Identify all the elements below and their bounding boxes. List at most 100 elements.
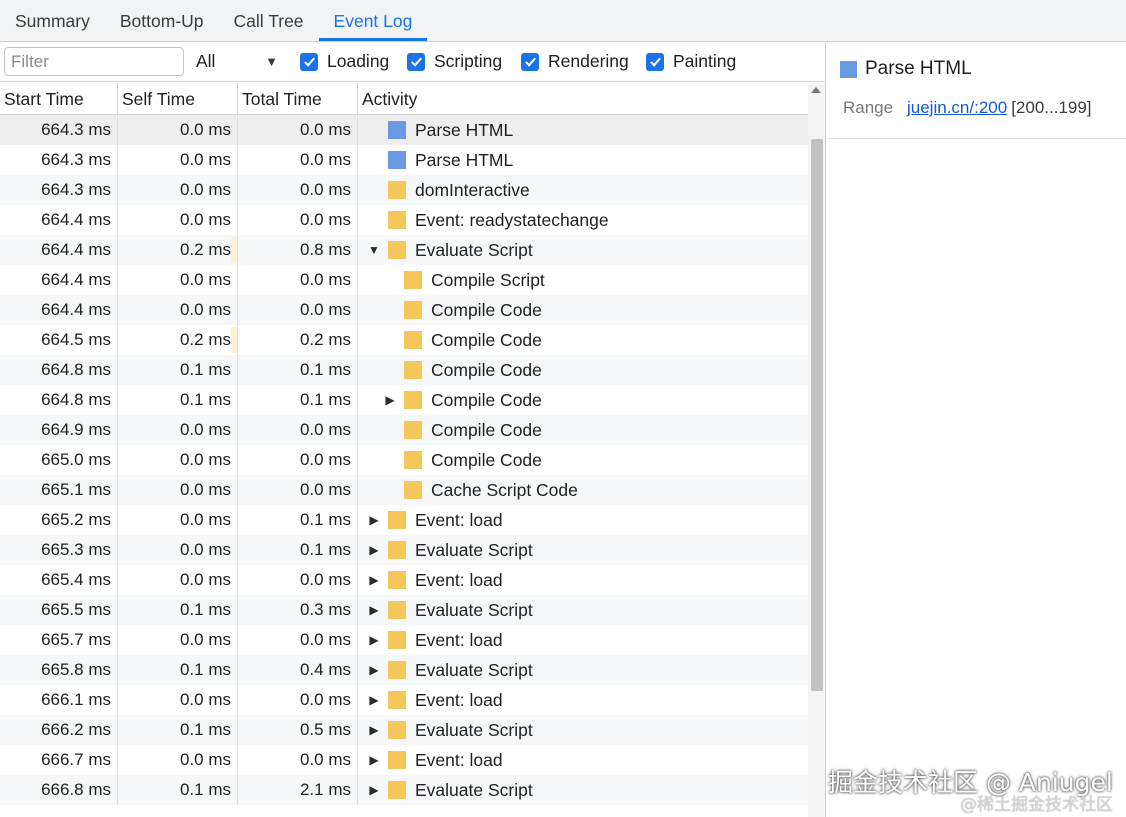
activity-label: Evaluate Script (415, 780, 533, 800)
total-time-cell: 0.0 ms (238, 205, 358, 235)
table-row[interactable]: 665.4 ms 0.0 ms 0.0 ms ▶ Event: load (0, 565, 808, 595)
expanded-arrow-icon[interactable]: ▼ (366, 235, 382, 265)
self-time-cell: 0.0 ms (118, 685, 238, 715)
collapsed-arrow-icon[interactable]: ▶ (366, 775, 382, 805)
table-row[interactable]: 664.3 ms 0.0 ms 0.0 ms ▶domInteractive (0, 175, 808, 205)
table-row[interactable]: 664.3 ms 0.0 ms 0.0 ms ▶Parse HTML (0, 145, 808, 175)
activity-label: Compile Code (431, 390, 542, 410)
collapsed-arrow-icon[interactable]: ▶ (366, 535, 382, 565)
table-row[interactable]: 665.7 ms 0.0 ms 0.0 ms ▶ Event: load (0, 625, 808, 655)
table-row[interactable]: 664.3 ms 0.0 ms 0.0 ms ▶Parse HTML (0, 115, 808, 145)
table-row[interactable]: 666.2 ms 0.1 ms 0.5 ms ▶ Evaluate Script (0, 715, 808, 745)
tab-event-log[interactable]: Event Log (318, 0, 428, 41)
activity-cell: ▶ Evaluate Script (358, 595, 808, 625)
activity-cell: ▶Compile Code (358, 415, 808, 445)
table-row[interactable]: 664.4 ms 0.0 ms 0.0 ms ▶Compile Script (0, 265, 808, 295)
table-row[interactable]: 665.1 ms 0.0 ms 0.0 ms ▶Cache Script Code (0, 475, 808, 505)
start-time-cell: 664.4 ms (0, 265, 118, 295)
table-row[interactable]: 664.8 ms0.1 ms0.1 ms▶Compile Code (0, 355, 808, 385)
table-row[interactable]: 665.8 ms 0.1 ms 0.4 ms ▶ Evaluate Script (0, 655, 808, 685)
tab-summary[interactable]: Summary (0, 0, 105, 41)
activity-label: Parse HTML (415, 120, 514, 140)
activity-cell: ▶Compile Code (358, 295, 808, 325)
self-time-cell: 0.1 ms (118, 715, 238, 745)
table-row[interactable]: 665.0 ms 0.0 ms 0.0 ms ▶Compile Code (0, 445, 808, 475)
activity-item: ▶ Evaluate Script (366, 595, 532, 625)
collapsed-arrow-icon[interactable]: ▶ (366, 565, 382, 595)
activity-label: Parse HTML (415, 150, 514, 170)
table-row[interactable]: 664.4 ms 0.0 ms 0.0 ms ▶Compile Code (0, 295, 808, 325)
category-swatch-icon (388, 781, 406, 799)
activity-item: ▶Compile Code (382, 415, 542, 445)
self-time-value: 0.2 ms (179, 330, 231, 349)
collapsed-arrow-icon[interactable]: ▶ (366, 715, 382, 745)
category-swatch-icon (404, 361, 422, 379)
activity-cell: ▶Compile Script (358, 265, 808, 295)
checkbox-painting[interactable]: Painting (646, 51, 736, 72)
self-time-value: 0.0 ms (179, 690, 231, 709)
checkmark-icon (646, 52, 664, 71)
self-time-value: 0.1 ms (179, 360, 231, 379)
checkbox-rendering[interactable]: Rendering (521, 51, 629, 72)
table-body: 664.3 ms0.0 ms0.0 ms▶Parse HTML664.3 ms0… (0, 115, 808, 817)
column-self-time[interactable]: Self Time (118, 83, 238, 115)
total-time-cell: 0.0 ms (238, 415, 358, 445)
filter-input[interactable] (4, 47, 184, 76)
collapsed-arrow-icon[interactable]: ▶ (366, 505, 382, 535)
checkmark-icon (300, 52, 318, 71)
self-time-cell: 0.0 ms (118, 535, 238, 565)
self-time-cell: 0.0 ms (118, 145, 238, 175)
activity-item: ▶ Event: load (366, 685, 502, 715)
table-row[interactable]: 664.4 ms 0.0 ms 0.0 ms ▶Event: readystatech… (0, 205, 808, 235)
category-select[interactable]: All ▼ (196, 47, 282, 76)
table-row[interactable]: 666.7 ms 0.0 ms 0.0 ms ▶ Event: load (0, 745, 808, 775)
total-time-cell: 0.0 ms (238, 625, 358, 655)
total-time-cell: 0.0 ms (238, 175, 358, 205)
tab-call-tree[interactable]: Call Tree (219, 0, 319, 41)
table-row[interactable]: 664.8 ms0.1 ms0.1 ms▶Compile Code (0, 385, 808, 415)
range-source-link[interactable]: juejin.cn/:200 (907, 98, 1007, 118)
collapsed-arrow-icon[interactable]: ▶ (382, 385, 398, 415)
collapsed-arrow-icon[interactable]: ▶ (366, 685, 382, 715)
table-row[interactable]: 664.5 ms 0.2 ms 0.2 ms ▶Compile Code (0, 325, 808, 355)
activity-item: ▶ Event: load (366, 625, 502, 655)
activity-cell: ▶Compile Code (358, 445, 808, 475)
checkbox-scripting[interactable]: Scripting (407, 51, 502, 72)
column-total-time[interactable]: Total Time (238, 83, 358, 115)
start-time-cell: 665.5 ms (0, 595, 118, 625)
category-swatch-icon (388, 511, 406, 529)
table-row[interactable]: 665.3 ms 0.0 ms 0.1 ms ▶ Evaluate Script (0, 535, 808, 565)
table-header: Start Time Self Time Total Time Activity (0, 83, 808, 115)
self-time-value: 0.0 ms (179, 420, 231, 439)
collapsed-arrow-icon[interactable]: ▶ (366, 595, 382, 625)
activity-item: ▶Event: readystatechange (366, 205, 609, 235)
vertical-scrollbar[interactable] (808, 83, 825, 817)
table-row[interactable]: 666.1 ms 0.0 ms 0.0 ms ▶ Event: load (0, 685, 808, 715)
activity-label: Evaluate Script (415, 660, 533, 680)
checkbox-loading[interactable]: Loading (300, 51, 389, 72)
chevron-down-icon: ▼ (265, 54, 278, 69)
table-row[interactable]: 666.8 ms 0.1 ms 2.1 ms ▶ Evaluate Script (0, 775, 808, 805)
category-swatch-icon (404, 421, 422, 439)
category-swatch-icon (388, 601, 406, 619)
table-row[interactable]: 664.4 ms 0.2 ms 0.8 ms ▼ Evaluate Script (0, 235, 808, 265)
table-row[interactable]: 665.2 ms 0.0 ms 0.1 ms ▶ Event: load (0, 505, 808, 535)
activity-label: Compile Code (431, 300, 542, 320)
collapsed-arrow-icon[interactable]: ▶ (366, 655, 382, 685)
start-time-cell: 664.3 ms (0, 175, 118, 205)
activity-item: ▶ Event: load (366, 505, 502, 535)
column-activity[interactable]: Activity (358, 83, 808, 115)
column-start-time[interactable]: Start Time (0, 83, 118, 115)
collapsed-arrow-icon[interactable]: ▶ (366, 745, 382, 775)
table-row[interactable]: 664.9 ms 0.0 ms 0.0 ms ▶Compile Code (0, 415, 808, 445)
scroll-up-icon[interactable] (811, 87, 821, 93)
start-time-cell: 666.2 ms (0, 715, 118, 745)
table-row[interactable]: 665.5 ms 0.1 ms 0.3 ms ▶ Evaluate Script (0, 595, 808, 625)
scrollbar-thumb[interactable] (811, 139, 823, 691)
collapsed-arrow-icon[interactable]: ▶ (366, 625, 382, 655)
category-swatch-icon (388, 181, 406, 199)
tab-bottom-up[interactable]: Bottom-Up (105, 0, 219, 41)
total-time-cell: 0.0 ms (238, 145, 358, 175)
event-log-pane: All ▼ Loading Scripting Rendering Painti… (0, 42, 826, 817)
checkbox-label: Loading (327, 51, 390, 71)
